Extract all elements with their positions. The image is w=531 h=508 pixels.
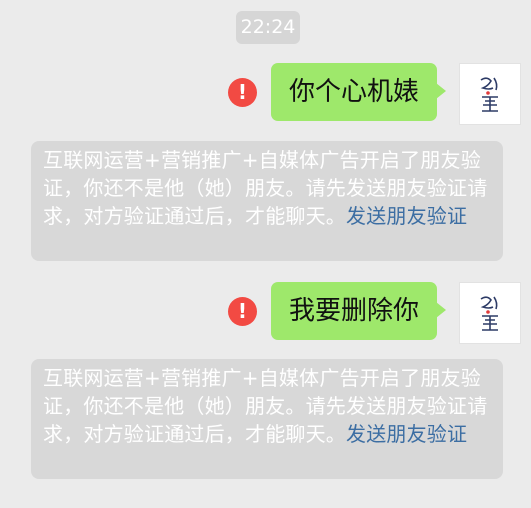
avatar-icon (480, 296, 498, 331)
avatar[interactable] (459, 282, 521, 344)
send-failed-icon[interactable]: ! (227, 78, 257, 107)
message-bubble[interactable]: 我要删除你 (270, 282, 447, 340)
send-verification-link[interactable]: 发送朋友验证 (346, 422, 467, 446)
send-verification-link[interactable]: 发送朋友验证 (346, 204, 467, 228)
timestamp-badge: 22:24 (236, 11, 300, 44)
sent-message-row: ! 你个心机婊 (227, 63, 521, 127)
avatar[interactable] (459, 63, 521, 125)
friend-verification-notice: 互联网运营+营销推广+自媒体广告开启了朋友验证，你还不是他（她）朋友。请先发送朋… (31, 141, 503, 261)
sent-message-row: ! 我要删除你 (227, 282, 521, 346)
avatar-icon (480, 77, 498, 112)
friend-verification-notice: 互联网运营+营销推广+自媒体广告开启了朋友验证，你还不是他（她）朋友。请先发送朋… (31, 359, 503, 479)
message-bubble[interactable]: 你个心机婊 (270, 63, 447, 121)
send-failed-icon[interactable]: ! (227, 297, 257, 326)
